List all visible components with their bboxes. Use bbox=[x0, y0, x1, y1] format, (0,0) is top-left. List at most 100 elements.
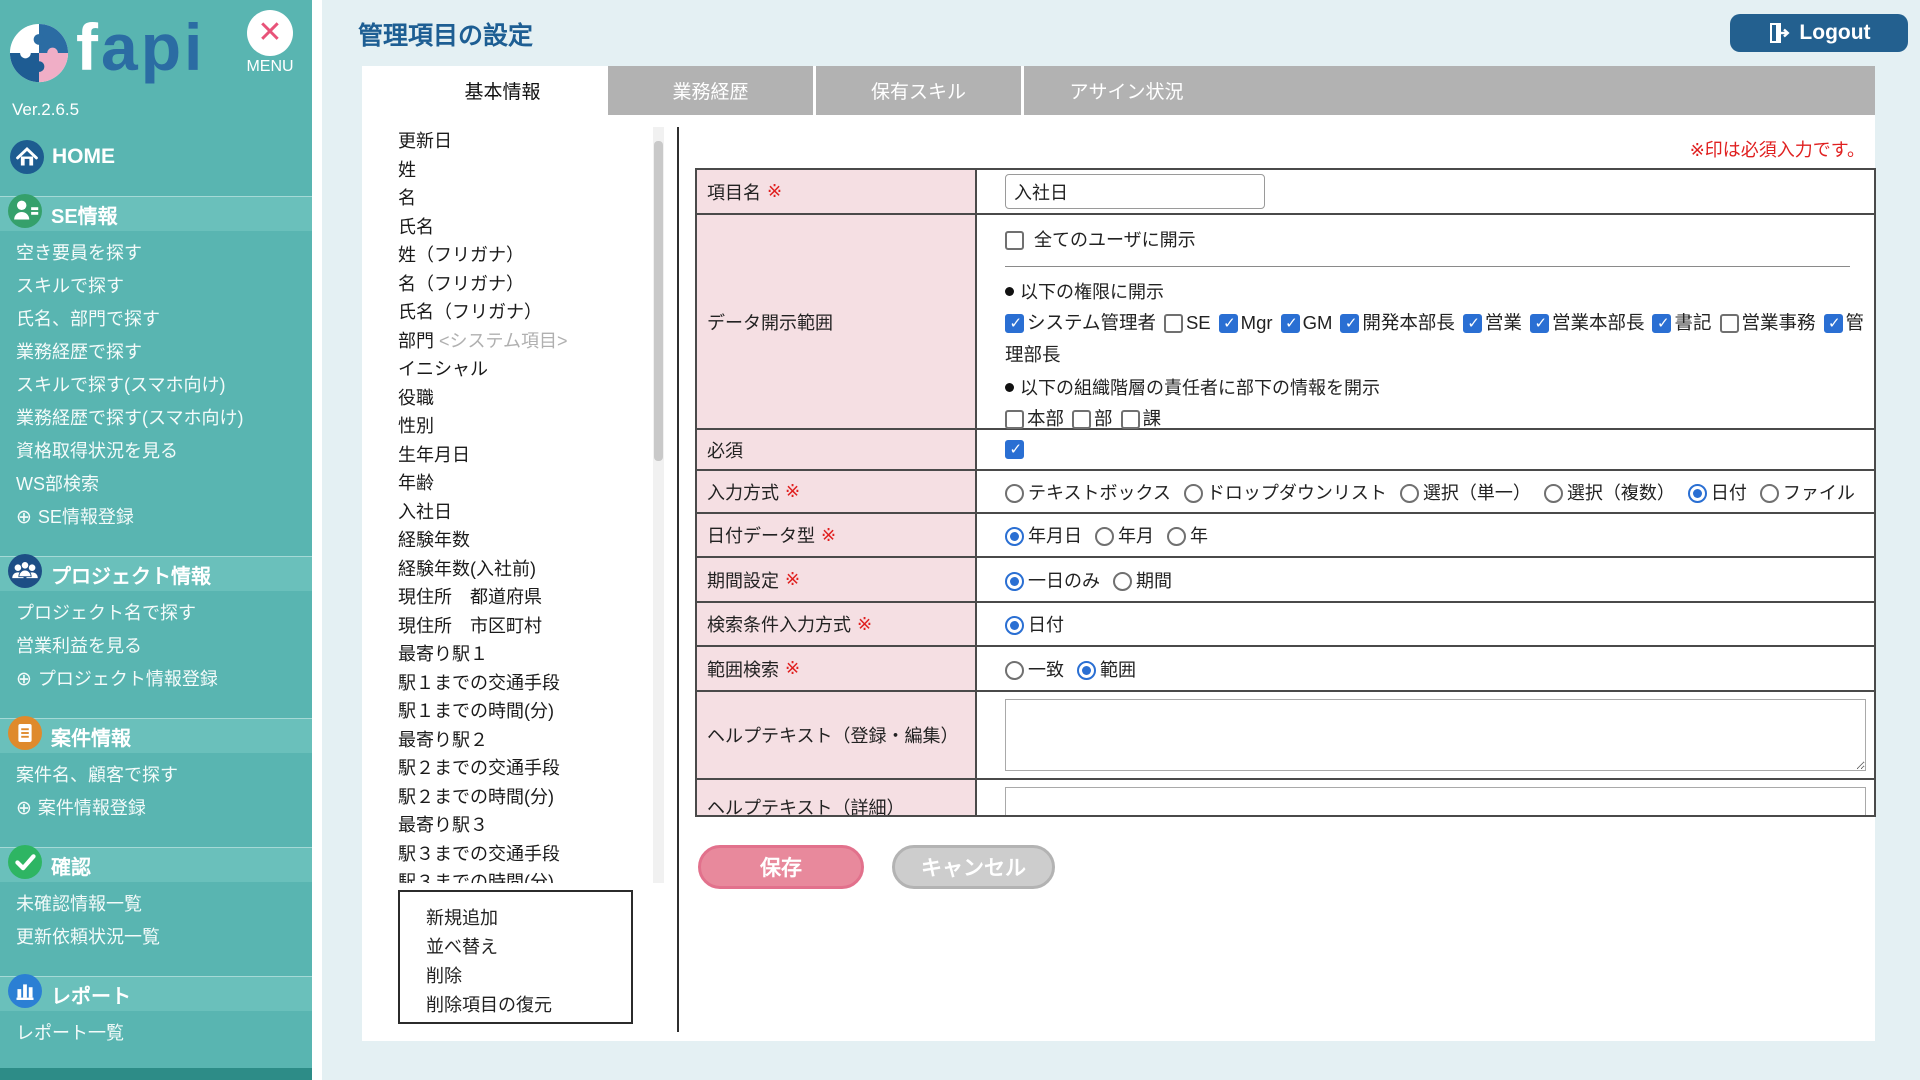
field-list-item[interactable]: 最寄り駅２ bbox=[398, 726, 650, 755]
help-detail-textarea[interactable] bbox=[1005, 787, 1866, 817]
action-box-item[interactable]: 削除 bbox=[426, 962, 631, 991]
action-box-item[interactable]: 新規追加 bbox=[426, 904, 631, 933]
field-list-item[interactable]: 名 bbox=[398, 184, 650, 213]
field-list-item[interactable]: 経験年数(入社前) bbox=[398, 555, 650, 584]
sidebar-item[interactable]: 案件名、顧客で探す bbox=[16, 759, 312, 792]
sidebar-section-header[interactable]: 確認 bbox=[0, 847, 312, 882]
sidebar-item[interactable]: ⊕案件情報登録 bbox=[16, 792, 312, 825]
sidebar-item[interactable]: 営業利益を見る bbox=[16, 630, 312, 663]
radio[interactable] bbox=[1005, 484, 1024, 503]
checkbox[interactable] bbox=[1530, 314, 1549, 333]
field-list-item[interactable]: 駅１までの時間(分) bbox=[398, 697, 650, 726]
sidebar-item[interactable]: ⊕SE情報登録 bbox=[16, 501, 312, 534]
field-list-item[interactable]: 駅３までの交通手段 bbox=[398, 840, 650, 869]
field-list-item[interactable]: 姓（フリガナ） bbox=[398, 241, 650, 270]
checkbox[interactable] bbox=[1463, 314, 1482, 333]
radio[interactable] bbox=[1688, 484, 1707, 503]
field-list-item[interactable]: イニシャル bbox=[398, 355, 650, 384]
checkbox[interactable] bbox=[1005, 410, 1024, 429]
radio-option: 一致 bbox=[1005, 656, 1064, 682]
save-button[interactable]: 保存 bbox=[698, 845, 864, 889]
tab-アサイン状況[interactable]: アサイン状況 bbox=[1024, 66, 1229, 115]
sidebar-item-home[interactable]: HOME bbox=[10, 140, 115, 174]
checkbox[interactable] bbox=[1164, 314, 1183, 333]
radio[interactable] bbox=[1184, 484, 1203, 503]
tab-業務経歴[interactable]: 業務経歴 bbox=[608, 66, 813, 115]
checkbox[interactable] bbox=[1340, 314, 1359, 333]
checkbox[interactable] bbox=[1824, 314, 1843, 333]
cancel-button[interactable]: キャンセル bbox=[892, 845, 1055, 889]
field-list-item[interactable]: 入社日 bbox=[398, 498, 650, 527]
field-list-item[interactable]: 更新日 bbox=[398, 127, 650, 156]
radio[interactable] bbox=[1400, 484, 1419, 503]
checkbox[interactable] bbox=[1652, 314, 1671, 333]
radio[interactable] bbox=[1077, 661, 1096, 680]
action-box-item[interactable]: 削除項目の復元 bbox=[426, 991, 631, 1020]
radio-label: 年月 bbox=[1118, 526, 1154, 546]
menu-close-circle[interactable]: ✕ bbox=[247, 10, 293, 56]
field-list-item[interactable]: 現住所 都道府県 bbox=[398, 583, 650, 612]
radio[interactable] bbox=[1167, 527, 1186, 546]
sidebar-section-header[interactable]: レポート bbox=[0, 976, 312, 1011]
field-list-item[interactable]: 最寄り駅３ bbox=[398, 811, 650, 840]
required-checkbox[interactable] bbox=[1005, 440, 1024, 459]
checkbox[interactable] bbox=[1072, 410, 1091, 429]
checkbox[interactable] bbox=[1005, 314, 1024, 333]
sidebar-section-header[interactable]: プロジェクト情報 bbox=[0, 556, 312, 591]
field-list-item[interactable]: 駅１までの交通手段 bbox=[398, 669, 650, 698]
logout-button[interactable]: Logout bbox=[1730, 14, 1908, 52]
field-list-item[interactable]: 生年月日 bbox=[398, 441, 650, 470]
sidebar-item[interactable]: 更新依頼状況一覧 bbox=[16, 921, 312, 954]
radio[interactable] bbox=[1005, 572, 1024, 591]
field-list-item[interactable]: 年齢 bbox=[398, 469, 650, 498]
scrollbar-thumb[interactable] bbox=[654, 141, 663, 461]
sidebar-item[interactable]: ⊕プロジェクト情報登録 bbox=[16, 663, 312, 696]
field-list-item[interactable]: 現住所 市区町村 bbox=[398, 612, 650, 641]
field-list-item[interactable]: 性別 bbox=[398, 412, 650, 441]
field-list-item[interactable]: 名（フリガナ） bbox=[398, 270, 650, 299]
sidebar-item[interactable]: 業務経歴で探す bbox=[16, 336, 312, 369]
radio[interactable] bbox=[1095, 527, 1114, 546]
radio[interactable] bbox=[1005, 527, 1024, 546]
checkbox[interactable] bbox=[1219, 314, 1238, 333]
menu-button[interactable]: ✕ MENU bbox=[240, 10, 300, 76]
help-edit-textarea[interactable] bbox=[1005, 699, 1866, 771]
sidebar-item[interactable]: WS部検索 bbox=[16, 468, 312, 501]
sidebar-item[interactable]: 業務経歴で探す(スマホ向け) bbox=[16, 402, 312, 435]
field-list-item[interactable]: 駅２までの時間(分) bbox=[398, 783, 650, 812]
field-list-item[interactable]: 役職 bbox=[398, 384, 650, 413]
sidebar-item[interactable]: 氏名、部門で探す bbox=[16, 303, 312, 336]
tab-保有スキル[interactable]: 保有スキル bbox=[816, 66, 1021, 115]
sidebar-item[interactable]: 空き要員を探す bbox=[16, 237, 312, 270]
field-list-item[interactable]: 部門 <システム項目> bbox=[398, 327, 650, 356]
radio-option: 年月 bbox=[1095, 522, 1154, 548]
sidebar-item[interactable]: 未確認情報一覧 bbox=[16, 888, 312, 921]
checkbox[interactable] bbox=[1121, 410, 1140, 429]
field-list-item[interactable]: 姓 bbox=[398, 156, 650, 185]
sidebar-item[interactable]: プロジェクト名で探す bbox=[16, 597, 312, 630]
sidebar-item[interactable]: レポート一覧 bbox=[16, 1017, 312, 1050]
field-list-item[interactable]: 駅３までの時間(分) bbox=[398, 868, 650, 883]
checkbox[interactable] bbox=[1281, 314, 1300, 333]
radio[interactable] bbox=[1760, 484, 1779, 503]
field-list-item[interactable]: 駅２までの交通手段 bbox=[398, 754, 650, 783]
sidebar-item[interactable]: 資格取得状況を見る bbox=[16, 435, 312, 468]
field-list-item[interactable]: 氏名（フリガナ） bbox=[398, 298, 650, 327]
field-list-item[interactable]: 最寄り駅１ bbox=[398, 640, 650, 669]
radio[interactable] bbox=[1544, 484, 1563, 503]
required-mark: ※ bbox=[785, 658, 800, 679]
all-users-checkbox[interactable] bbox=[1005, 231, 1024, 250]
radio[interactable] bbox=[1005, 661, 1024, 680]
sidebar-section-header[interactable]: 案件情報 bbox=[0, 718, 312, 753]
checkbox[interactable] bbox=[1720, 314, 1739, 333]
action-box-item[interactable]: 並べ替え bbox=[426, 933, 631, 962]
field-list-item[interactable]: 経験年数 bbox=[398, 526, 650, 555]
sidebar-item[interactable]: スキルで探す(スマホ向け) bbox=[16, 369, 312, 402]
radio[interactable] bbox=[1005, 616, 1024, 635]
field-list-item[interactable]: 氏名 bbox=[398, 213, 650, 242]
radio[interactable] bbox=[1113, 572, 1132, 591]
sidebar-section-header[interactable]: SE情報 bbox=[0, 196, 312, 231]
tab-基本情報[interactable]: 基本情報 bbox=[400, 66, 605, 115]
sidebar-item[interactable]: スキルで探す bbox=[16, 270, 312, 303]
item-name-input[interactable] bbox=[1005, 174, 1265, 209]
